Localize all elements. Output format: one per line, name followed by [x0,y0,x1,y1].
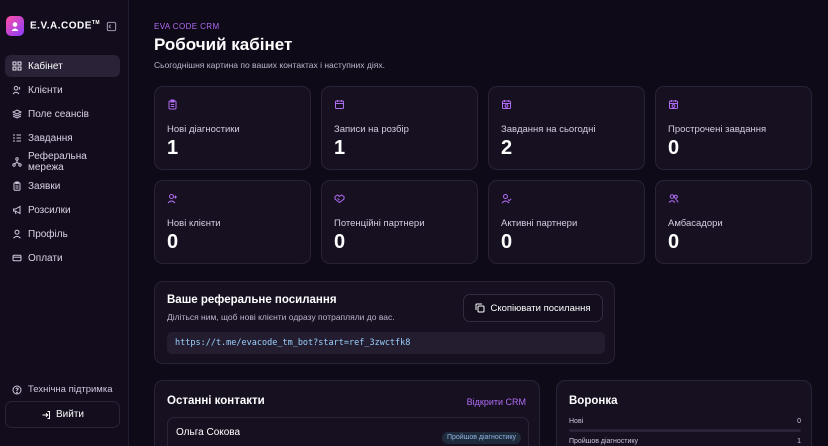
sidebar-collapse-icon[interactable] [105,20,117,32]
brand-name: E.V.A.CODETM [30,20,101,32]
stat-value: 0 [668,137,680,159]
main-content: EVA CODE CRM Робочий кабінет Сьогоднішня… [130,0,828,446]
calendar-clock-icon [502,100,511,109]
stat-card-tasks-today[interactable]: Завдання на сьогодні 2 [488,86,645,170]
stat-value: 1 [334,137,346,159]
contact-item[interactable]: Ольга Сокова Пройшов діагностику [167,417,529,446]
sidebar-nav: Кабінет Клієнти Поле сеансів Завдання Ре… [5,55,120,271]
funnel-count: 0 [797,418,801,425]
sidebar-item-mailings[interactable]: Розсилки [5,199,120,221]
logout-label: Вийти [55,409,84,420]
sidebar-item-label: Профіль [28,228,68,240]
copy-link-label: Скопіювати посилання [490,302,591,314]
logout-button[interactable]: Вийти [5,401,120,428]
stat-card-new-clients[interactable]: Нові клієнти 0 [154,180,311,264]
stat-label: Амбасадори [668,218,723,229]
support-link[interactable]: Технічна підтримка [12,384,113,395]
funnel-count: 1 [797,438,801,445]
stat-card-new-diagnostics[interactable]: Нові діагностики 1 [154,86,311,170]
clipboard-icon [168,99,177,110]
user-icon [13,229,21,239]
referral-link[interactable]: https://t.me/evacode_tm_bot?start=ref_3z… [167,332,605,354]
copy-link-button[interactable]: Скопіювати посилання [463,294,603,322]
stat-label: Прострочені завдання [668,124,767,135]
calendar-icon [335,100,344,109]
sidebar-item-referral-network[interactable]: Реферальна мережа [5,151,120,173]
clipboard-icon [13,181,21,191]
status-badge: Пройшов діагностику [441,432,521,444]
layers-icon [12,109,22,119]
stat-card-overdue-tasks[interactable]: Прострочені завдання 0 [655,86,812,170]
open-crm-link[interactable]: Відкрити CRM [467,397,526,407]
sidebar: E.V.A.CODETM Кабінет Клієнти Поле сеансі… [0,0,129,446]
handshake-icon [334,194,345,204]
page-eyebrow: EVA CODE CRM [154,22,220,31]
contact-name: Ольга Сокова [176,427,241,438]
sidebar-item-label: Завдання [28,132,73,144]
user-check-icon [501,194,512,204]
sidebar-item-label: Поле сеансів [28,108,89,120]
funnel-label: Нові [569,418,584,425]
calendar-clock-icon [669,100,678,109]
sidebar-item-clients[interactable]: Клієнти [5,79,120,101]
stat-card-review-bookings[interactable]: Записи на розбір 1 [321,86,478,170]
network-icon [12,157,22,167]
sidebar-item-label: Заявки [28,180,61,192]
megaphone-icon [13,205,21,215]
user-plus-icon [167,194,177,204]
stat-label: Нові діагностики [167,124,240,135]
sidebar-item-label: Клієнти [28,84,63,96]
support-label: Технічна підтримка [28,384,113,395]
referral-card: Ваше реферальне посилання Діліться ним, … [154,281,615,364]
users-icon [12,85,21,95]
funnel-label: Пройшов діагностику [569,438,639,445]
help-icon [12,385,22,394]
stat-label: Потенційні партнери [334,218,425,229]
sidebar-item-requests[interactable]: Заявки [5,175,120,197]
stat-value: 0 [167,231,179,253]
funnel-card: Воронка Нові 0 Пройшов діагностику 1 [556,380,812,446]
stat-value: 0 [501,231,513,253]
page-title: Робочий кабінет [154,35,293,54]
stat-card-ambassadors[interactable]: Амбасадори 0 [655,180,812,264]
stat-label: Нові клієнти [167,218,221,229]
sidebar-item-label: Розсилки [28,204,71,216]
logo-icon [6,16,24,36]
users-icon [668,194,679,203]
stat-value: 0 [334,231,346,253]
stat-label: Записи на розбір [334,124,409,135]
referral-description: Діліться ним, щоб нові клієнти одразу по… [167,312,395,322]
sidebar-item-label: Оплати [28,252,63,264]
sidebar-item-label: Реферальна мережа [28,151,87,173]
stat-value: 1 [167,137,179,159]
tasks-icon [13,134,21,142]
sidebar-item-tasks[interactable]: Завдання [5,127,120,149]
copy-icon [475,303,485,313]
logout-icon [42,410,50,419]
stat-value: 0 [668,231,680,253]
stat-card-active-partners[interactable]: Активні партнери 0 [488,180,645,264]
sidebar-item-label: Кабінет [28,60,63,72]
funnel-row: Пройшов діагностику 1 [569,438,801,446]
dashboard-icon [12,61,22,71]
referral-title: Ваше реферальне посилання [167,294,337,306]
card-icon [12,254,22,262]
sidebar-item-payments[interactable]: Оплати [5,247,120,269]
funnel-row: Нові 0 [569,418,801,434]
sidebar-item-cabinet[interactable]: Кабінет [5,55,120,77]
sidebar-item-sessions[interactable]: Поле сеансів [5,103,120,125]
funnel-title: Воронка [569,395,618,407]
recent-contacts-title: Останні контакти [167,395,265,407]
stat-label: Завдання на сьогодні [501,124,596,135]
stat-value: 2 [501,137,513,159]
recent-contacts-card: Останні контакти Відкрити CRM Ольга Соко… [154,380,540,446]
sidebar-item-profile[interactable]: Профіль [5,223,120,245]
page-subtitle: Сьогоднішня картина по ваших контактах і… [154,60,385,70]
funnel-bar [569,429,801,432]
stat-card-potential-partners[interactable]: Потенційні партнери 0 [321,180,478,264]
stat-label: Активні партнери [501,218,578,229]
